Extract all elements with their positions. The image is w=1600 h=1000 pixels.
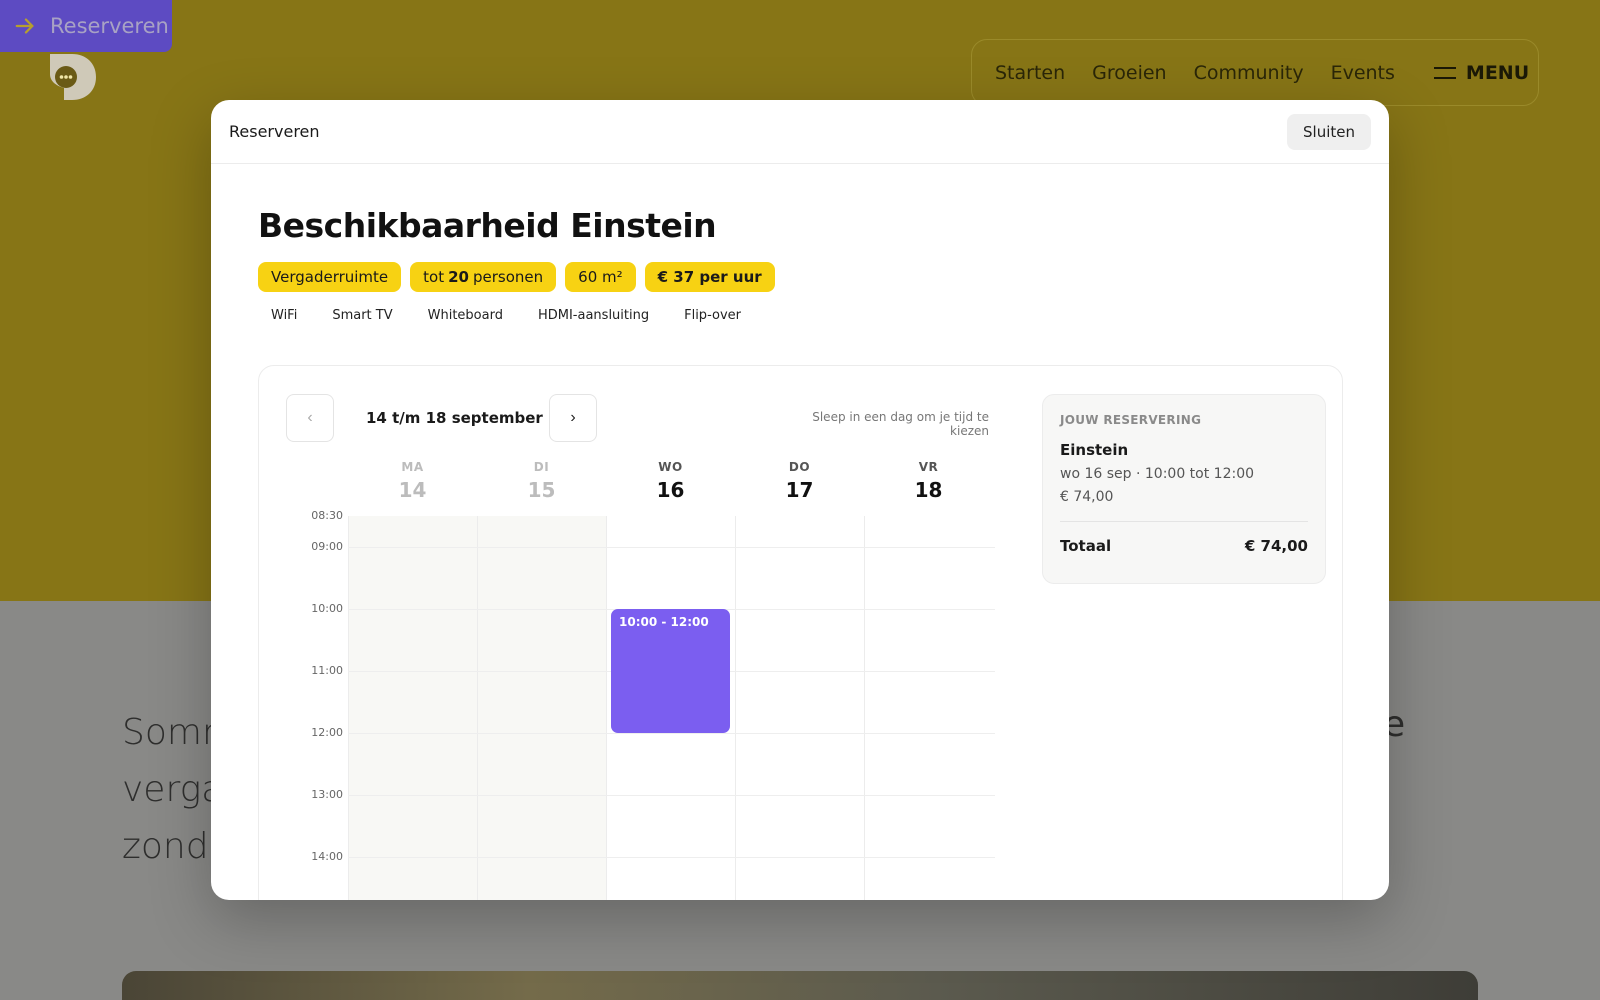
day-date: 15 xyxy=(527,478,556,502)
time-label: 12:00 xyxy=(311,726,343,739)
summary-divider xyxy=(1060,521,1308,522)
day-name: DI xyxy=(533,460,550,474)
hero-image xyxy=(122,971,1478,1000)
summary-total: Totaal € 74,00 xyxy=(1060,537,1308,555)
day-date: 18 xyxy=(914,478,943,502)
day-header-vr: VR 18 xyxy=(864,460,993,502)
hour-line xyxy=(348,857,995,858)
nav-events[interactable]: Events xyxy=(1331,62,1395,84)
amenity-hdmi: HDMI-aansluiting xyxy=(537,308,650,323)
summary-price: € 74,00 xyxy=(1060,489,1114,505)
capacity-value: 20 xyxy=(448,268,469,286)
capacity-prefix: tot xyxy=(423,268,445,286)
hour-line xyxy=(348,547,995,548)
time-label: 11:00 xyxy=(311,664,343,677)
reserve-button[interactable]: Reserveren xyxy=(0,0,172,52)
amenity-wifi: WiFi xyxy=(271,308,298,323)
page-title: Beschikbaarheid Einstein xyxy=(258,206,717,245)
amenity-whiteboard: Whiteboard xyxy=(427,308,503,323)
nav-groeien[interactable]: Groeien xyxy=(1092,62,1166,84)
day-column[interactable] xyxy=(864,516,993,900)
tag-room-type: Vergaderruimte xyxy=(258,262,402,292)
tag-area: 60 m² xyxy=(565,262,636,292)
amenity-flip-over: Flip-over xyxy=(684,308,741,323)
day-column[interactable] xyxy=(348,516,477,900)
time-label: 13:00 xyxy=(311,788,343,801)
previous-week-button[interactable]: ‹ xyxy=(286,394,334,442)
menu-button[interactable]: MENU xyxy=(1433,61,1530,84)
amenity-smart-tv: Smart TV xyxy=(332,308,393,323)
day-name: VR xyxy=(918,460,939,474)
arrow-right-icon xyxy=(15,18,34,34)
day-column[interactable] xyxy=(735,516,864,900)
close-button[interactable]: Sluiten xyxy=(1287,113,1371,150)
drag-hint: Sleep in een dag om je tijd te kiezen xyxy=(812,410,989,438)
selected-time-slot[interactable]: 10:00 - 12:00 xyxy=(611,609,730,733)
day-header-di: DI 15 xyxy=(477,460,606,502)
reservation-modal: Reserveren Sluiten Beschikbaarheid Einst… xyxy=(211,100,1389,900)
day-date: 17 xyxy=(785,478,814,502)
next-week-button[interactable]: › xyxy=(549,394,597,442)
modal-title: Reserveren xyxy=(229,122,320,141)
capacity-suffix: personen xyxy=(473,268,544,286)
day-date: 14 xyxy=(398,478,427,502)
nav-community[interactable]: Community xyxy=(1194,62,1304,84)
chevron-left-icon: ‹ xyxy=(307,409,313,426)
modal-header: Reserveren Sluiten xyxy=(211,100,1389,164)
brand-logo[interactable] xyxy=(50,54,104,100)
time-label: 14:00 xyxy=(311,850,343,863)
day-header-ma: MA 14 xyxy=(348,460,477,502)
nav-starten[interactable]: Starten xyxy=(995,62,1065,84)
main-navigation: Starten Groeien Community Events MENU xyxy=(971,39,1539,106)
calendar-card: ‹ 14 t/m 18 september › Sleep in een dag… xyxy=(258,365,1343,900)
summary-when: wo 16 sep · 10:00 tot 12:00 xyxy=(1060,466,1255,482)
time-label: 09:00 xyxy=(311,540,343,553)
reserve-button-label: Reserveren xyxy=(50,14,169,38)
summary-room: Einstein xyxy=(1060,441,1129,459)
hour-line xyxy=(348,733,995,734)
calendar-grid[interactable]: 10:00 - 12:00 xyxy=(348,516,995,900)
time-label: 08:30 xyxy=(311,509,343,522)
day-name: MA xyxy=(401,460,424,474)
reservation-summary: JOUW RESERVERING Einstein wo 16 sep · 10… xyxy=(1042,394,1326,584)
day-date: 16 xyxy=(656,478,685,502)
room-tags: Vergaderruimte tot 20 personen 60 m² € 3… xyxy=(258,262,775,292)
total-value: € 74,00 xyxy=(1244,537,1308,555)
tag-price: € 37 per uur xyxy=(644,262,775,292)
day-column[interactable] xyxy=(477,516,606,900)
time-label: 10:00 xyxy=(311,602,343,615)
day-name: DO xyxy=(788,460,811,474)
day-header-do: DO 17 xyxy=(735,460,864,502)
day-header-wo: WO 16 xyxy=(606,460,735,502)
total-label: Totaal xyxy=(1060,537,1112,555)
week-label: 14 t/m 18 september xyxy=(366,409,543,427)
hour-line xyxy=(348,795,995,796)
day-name: WO xyxy=(658,460,683,474)
chevron-right-icon: › xyxy=(570,409,576,426)
hamburger-icon xyxy=(1433,66,1456,79)
menu-label: MENU xyxy=(1465,61,1530,84)
tag-capacity: tot 20 personen xyxy=(410,262,557,292)
slot-label: 10:00 - 12:00 xyxy=(619,615,709,629)
summary-title: JOUW RESERVERING xyxy=(1060,413,1202,427)
amenities-list: WiFi Smart TV Whiteboard HDMI-aansluitin… xyxy=(271,308,776,323)
